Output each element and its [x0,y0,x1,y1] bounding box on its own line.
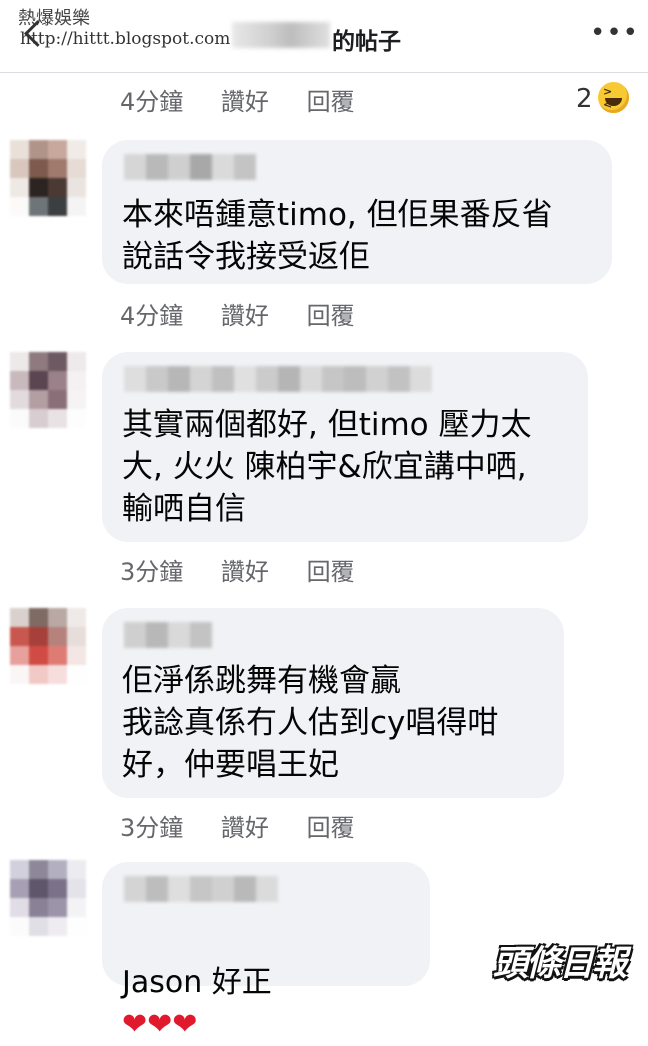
newspaper-logo: 頭條日報 [493,944,627,984]
timestamp: 3分鐘 [120,558,184,586]
like-button[interactable]: 讚好 [221,558,269,586]
blurred-commenter-name [124,366,432,392]
comment-text-content: Jason 好正 [122,965,272,1000]
comment-text: Jason 好正 ❤❤❤ [122,920,272,1046]
comment-bubble: 佢淨係跳舞有機會贏 我諗真係冇人估到cy唱得咁 好，仲要唱王妃 [102,608,564,798]
like-button[interactable]: 讚好 [221,814,269,842]
comment-bubble: Jason 好正 ❤❤❤ [102,862,430,1042]
blurred-commenter-name [124,622,212,648]
reaction-count[interactable]: 2 [576,84,593,114]
more-dots-icon[interactable]: ••• [590,18,639,48]
timestamp: 3分鐘 [120,814,184,842]
reply-button[interactable]: 回覆 [307,558,355,586]
heart-icon: ❤❤❤ [122,1007,198,1042]
post-actions: 4分鐘 讚好 回覆 [120,82,385,117]
comment-text: 本來唔鍾意timo, 但佢果番反省 說話令我接受返佢 [122,197,553,275]
watermark-url: http://hittt.blogspot.com [20,29,231,49]
avatar[interactable] [10,608,86,684]
comment-text: 其實兩個都好, 但timo 壓力太 大, 火火 陳柏宇&欣宜講中哂, 輸哂自信 [122,407,532,527]
blurred-author-name [232,22,330,48]
top-bar: 熱爆娛樂 http://hittt.blogspot.com 的帖子 ••• [0,0,648,73]
page-title: 的帖子 [332,29,401,55]
avatar[interactable] [10,352,86,428]
laugh-emoji-icon[interactable] [598,82,629,113]
like-button[interactable]: 讚好 [221,88,269,116]
like-button[interactable]: 讚好 [221,302,269,330]
comment-bubble: 本來唔鍾意timo, 但佢果番反省 說話令我接受返佢 [102,140,612,284]
comment-actions: 3分鐘 讚好 回覆 [120,552,385,587]
timestamp: 4分鐘 [120,88,184,116]
comment-actions: 4分鐘 讚好 回覆 [120,296,385,331]
watermark-title: 熱爆娛樂 [18,8,90,29]
blurred-commenter-name [124,876,278,902]
comment-text: 佢淨係跳舞有機會贏 我諗真係冇人估到cy唱得咁 好，仲要唱王妃 [122,663,499,783]
reply-button[interactable]: 回覆 [307,814,355,842]
reply-button[interactable]: 回覆 [307,88,355,116]
comment-bubble: 其實兩個都好, 但timo 壓力太 大, 火火 陳柏宇&欣宜講中哂, 輸哂自信 [102,352,588,542]
timestamp: 4分鐘 [120,302,184,330]
reply-button[interactable]: 回覆 [307,302,355,330]
comment-actions: 3分鐘 讚好 回覆 [120,808,385,843]
blurred-commenter-name [124,154,256,180]
avatar[interactable] [10,860,86,936]
avatar[interactable] [10,140,86,216]
